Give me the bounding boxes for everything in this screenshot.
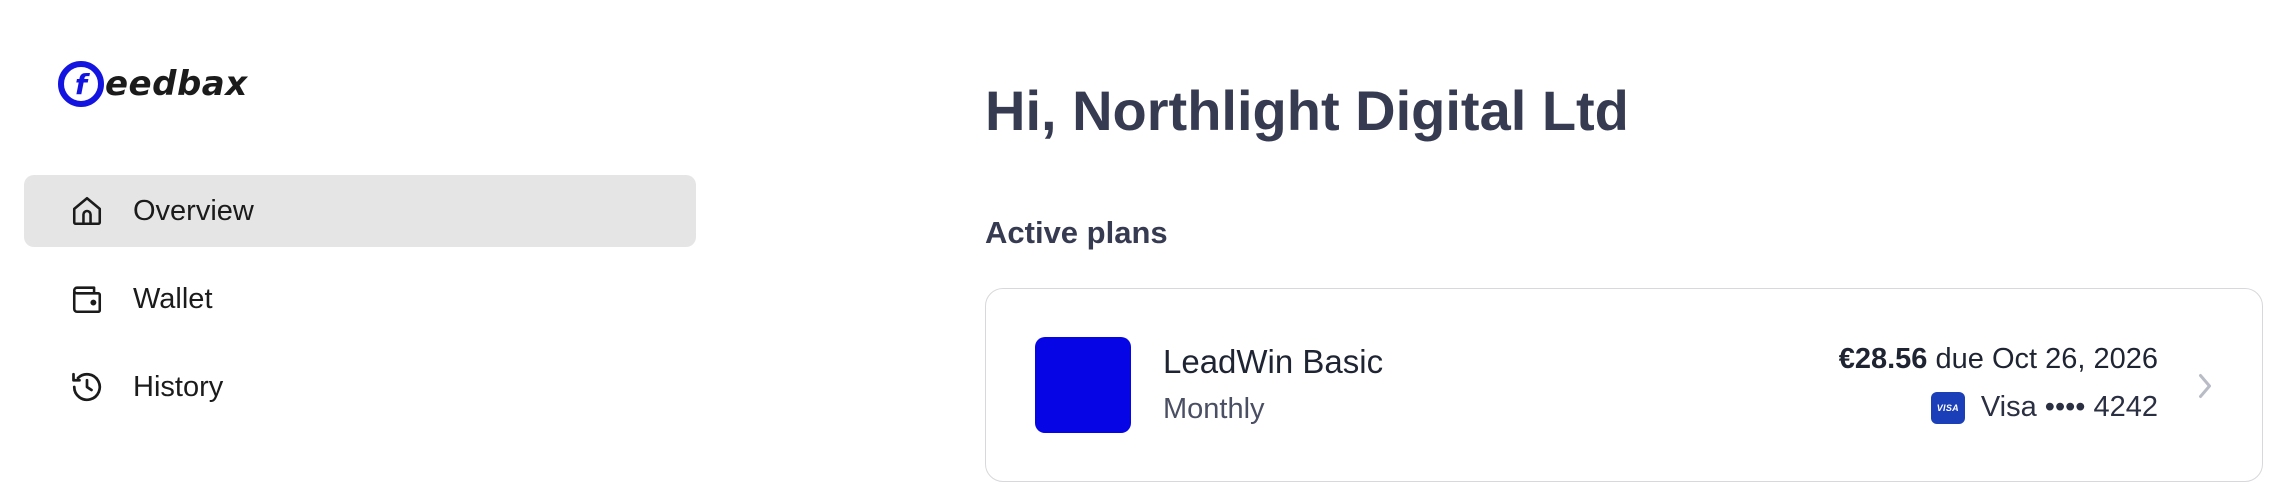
brand-logo[interactable]: f eedbax [58,56,248,112]
plan-due-date: due Oct 26, 2026 [1935,343,2159,375]
wallet-icon [67,279,107,319]
plan-payment-method: VISA Visa •••• 4242 [1930,391,2158,424]
visa-card-icon: VISA [1930,391,1965,424]
plan-amount: €28.56 [1838,343,1928,375]
plan-card[interactable]: LeadWin Basic Monthly €28.56 due Oct 26,… [985,288,2263,482]
sidebar: f eedbax Overview Wallet History [0,0,720,484]
logo-wordmark: eedbax [105,64,248,104]
history-icon [67,367,107,407]
sidebar-item-history[interactable]: History [24,351,696,423]
plan-name: LeadWin Basic [1163,343,1384,380]
plan-card-text: Visa •••• 4242 [1980,391,2158,423]
sidebar-item-overview[interactable]: Overview [24,175,696,247]
logo-letter: f [74,67,88,101]
plan-billing-period: Monthly [1163,393,1265,425]
sidebar-item-wallet[interactable]: Wallet [24,263,696,335]
chevron-right-icon[interactable] [2190,369,2220,403]
section-title-active-plans: Active plans [985,215,1168,250]
logo-mark-icon: f [58,61,104,107]
sidebar-nav: Overview Wallet History [24,175,696,439]
sidebar-item-label: Overview [133,194,254,227]
main-content: Hi, Northlight Digital Ltd Active plans … [985,0,2272,484]
sidebar-item-label: History [133,370,224,403]
plan-thumbnail [1035,337,1131,433]
sidebar-item-label: Wallet [133,282,213,315]
page-title: Hi, Northlight Digital Ltd [985,79,1629,142]
plan-price-line: €28.56 due Oct 26, 2026 [1839,343,2158,376]
home-icon [67,191,107,231]
